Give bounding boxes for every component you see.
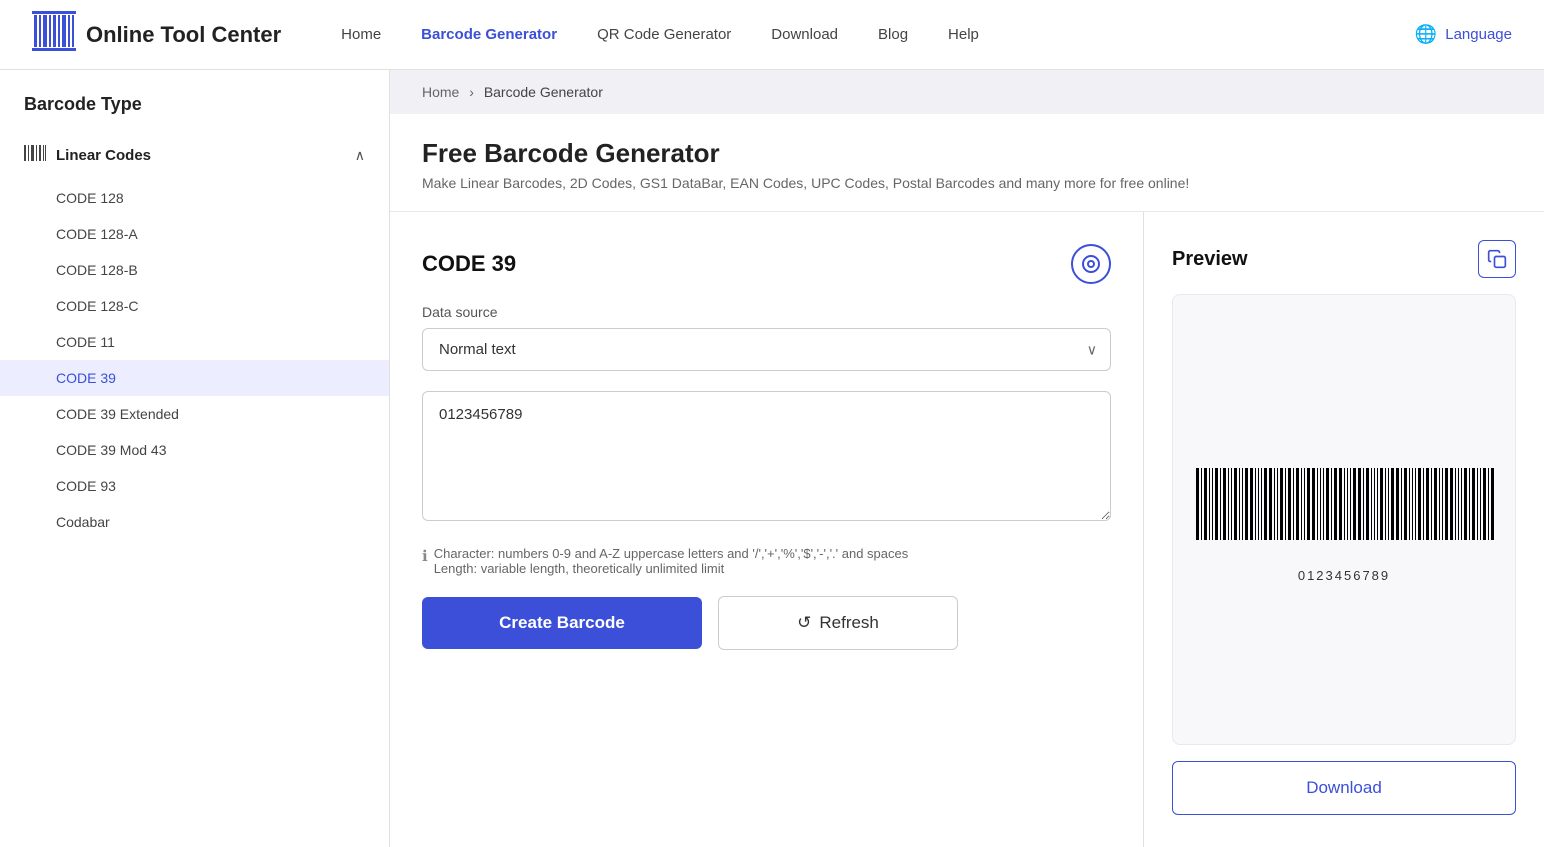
editor-panel: CODE 39 Data source Normal text Hexadeci… xyxy=(390,212,1144,847)
content-area: Home › Barcode Generator Free Barcode Ge… xyxy=(390,70,1544,847)
navbar: Online Tool Center Home Barcode Generato… xyxy=(0,0,1544,70)
barcode-preview-area: 0123456789 xyxy=(1172,294,1516,745)
globe-icon: 🌐 xyxy=(1415,24,1437,45)
barcode-text-input[interactable]: 0123456789 xyxy=(422,391,1111,521)
sidebar-item-code39mod43[interactable]: CODE 39 Mod 43 xyxy=(0,432,389,468)
hint-content: Character: numbers 0-9 and A-Z uppercase… xyxy=(434,546,909,576)
sidebar-item-code39extended[interactable]: CODE 39 Extended xyxy=(0,396,389,432)
preview-panel: Preview xyxy=(1144,212,1544,847)
linear-codes-icon xyxy=(24,143,46,168)
copy-button[interactable] xyxy=(1478,240,1516,278)
preview-title-row: Preview xyxy=(1172,240,1516,278)
breadcrumb-current: Barcode Generator xyxy=(484,84,603,100)
sidebar-items-list: CODE 128 CODE 128-A CODE 128-B CODE 128-… xyxy=(0,180,389,540)
refresh-button[interactable]: ↺ Refresh xyxy=(718,596,958,650)
refresh-icon: ↺ xyxy=(797,613,811,633)
nav-barcode-generator[interactable]: Barcode Generator xyxy=(421,26,557,43)
sidebar-item-code128a[interactable]: CODE 128-A xyxy=(0,216,389,252)
logo-text: Online Tool Center xyxy=(86,22,281,48)
page-title: Free Barcode Generator xyxy=(422,138,1512,169)
editor-panel-title: CODE 39 xyxy=(422,251,516,277)
logo-barcode-icon xyxy=(32,11,76,58)
nav-help[interactable]: Help xyxy=(948,26,979,43)
refresh-label: Refresh xyxy=(819,613,879,633)
data-source-field: Data source Normal text Hexadecimal Base… xyxy=(422,304,1111,371)
sidebar-item-code128[interactable]: CODE 128 xyxy=(0,180,389,216)
language-label: Language xyxy=(1445,26,1512,43)
info-icon: ℹ xyxy=(422,547,428,565)
data-source-select[interactable]: Normal text Hexadecimal Base64 xyxy=(422,328,1111,371)
logo-link[interactable]: Online Tool Center xyxy=(32,11,281,58)
page-subtitle: Make Linear Barcodes, 2D Codes, GS1 Data… xyxy=(422,175,1512,191)
sidebar-item-code128c[interactable]: CODE 128-C xyxy=(0,288,389,324)
sidebar-item-code93[interactable]: CODE 93 xyxy=(0,468,389,504)
barcode-input-field: 0123456789 xyxy=(422,391,1111,526)
tool-area: CODE 39 Data source Normal text Hexadeci… xyxy=(390,212,1544,847)
breadcrumb-separator: › xyxy=(469,84,474,100)
nav-qr-code-generator[interactable]: QR Code Generator xyxy=(597,26,731,43)
preview-title: Preview xyxy=(1172,248,1248,271)
actions-row: Create Barcode ↺ Refresh xyxy=(422,596,1111,650)
section-chevron-icon: ∧ xyxy=(355,147,365,164)
nav-links: Home Barcode Generator QR Code Generator… xyxy=(341,26,1415,43)
barcode-value-label: 0123456789 xyxy=(1298,568,1390,583)
sidebar-item-code11[interactable]: CODE 11 xyxy=(0,324,389,360)
hint-text: ℹ Character: numbers 0-9 and A-Z upperca… xyxy=(422,546,1111,576)
linear-codes-label: Linear Codes xyxy=(56,147,151,164)
data-source-select-wrapper: Normal text Hexadecimal Base64 ∨ xyxy=(422,328,1111,371)
sidebar-item-code39[interactable]: CODE 39 xyxy=(0,360,389,396)
main-layout: Barcode Type Linear Codes ∧ xyxy=(0,70,1544,847)
create-barcode-button[interactable]: Create Barcode xyxy=(422,597,702,649)
download-button[interactable]: Download xyxy=(1172,761,1516,815)
sidebar: Barcode Type Linear Codes ∧ xyxy=(0,70,390,847)
data-source-label: Data source xyxy=(422,304,1111,320)
linear-codes-section-header[interactable]: Linear Codes ∧ xyxy=(0,131,389,180)
breadcrumb-home[interactable]: Home xyxy=(422,84,459,100)
sidebar-item-code128b[interactable]: CODE 128-B xyxy=(0,252,389,288)
sidebar-title: Barcode Type xyxy=(0,94,389,131)
nav-download[interactable]: Download xyxy=(771,26,838,43)
nav-blog[interactable]: Blog xyxy=(878,26,908,43)
sidebar-item-codabar[interactable]: Codabar xyxy=(0,504,389,540)
breadcrumb: Home › Barcode Generator xyxy=(390,70,1544,114)
nav-home[interactable]: Home xyxy=(341,26,381,43)
settings-button[interactable] xyxy=(1071,244,1111,284)
page-header: Free Barcode Generator Make Linear Barco… xyxy=(390,114,1544,212)
barcode-svg xyxy=(1194,468,1494,558)
language-selector[interactable]: 🌐 Language xyxy=(1415,24,1512,45)
panel-title-row: CODE 39 xyxy=(422,244,1111,284)
